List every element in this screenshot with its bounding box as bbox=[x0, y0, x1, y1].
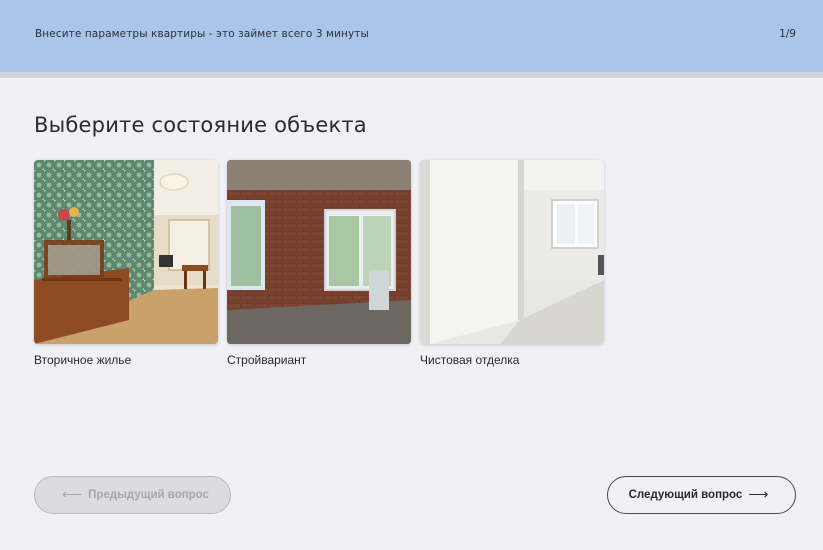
option-card-prefinish[interactable]: Чистовая отделка bbox=[420, 160, 604, 367]
option-label-prefinish: Чистовая отделка bbox=[420, 353, 520, 367]
shell-condition-image bbox=[227, 160, 411, 344]
prefinish-condition-image bbox=[420, 160, 604, 344]
option-card-secondary[interactable]: Вторичное жилье bbox=[34, 160, 218, 367]
top-banner: Внесите параметры квартиры - это займет … bbox=[0, 0, 823, 78]
arrow-left-icon: ⟵ bbox=[62, 485, 83, 502]
option-label-shell: Стройвариант bbox=[227, 353, 307, 367]
question-title: Выберите состояние объекта bbox=[34, 113, 367, 137]
previous-question-label: Предыдущий вопрос bbox=[88, 489, 209, 501]
previous-question-button[interactable]: ⟵ Предыдущий вопрос bbox=[34, 476, 231, 514]
secondary-housing-image bbox=[34, 160, 218, 344]
option-label-secondary: Вторичное жилье bbox=[34, 353, 132, 367]
banner-hint: Внесите параметры квартиры - это займет … bbox=[35, 28, 369, 40]
next-question-button[interactable]: Следующий вопрос ⟶ bbox=[607, 476, 796, 514]
arrow-right-icon: ⟶ bbox=[748, 485, 769, 502]
option-card-shell[interactable]: Стройвариант bbox=[227, 160, 411, 367]
step-counter: 1/9 bbox=[779, 28, 796, 40]
next-question-label: Следующий вопрос bbox=[628, 489, 743, 501]
